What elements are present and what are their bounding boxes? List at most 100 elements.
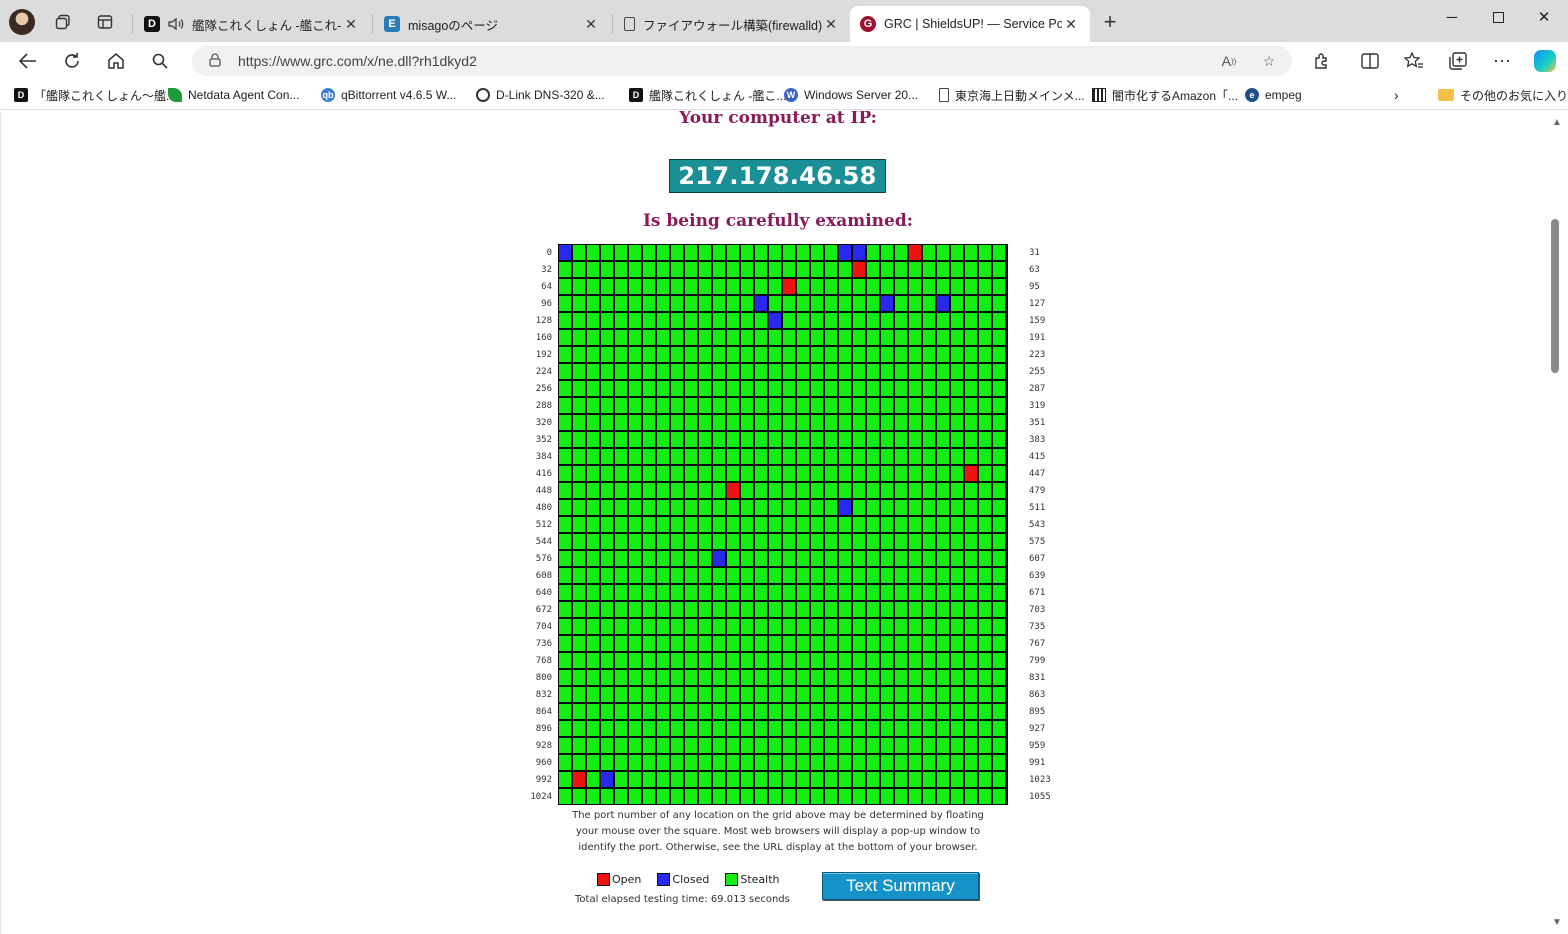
port-cell[interactable] <box>768 244 782 261</box>
port-cell[interactable] <box>670 516 684 533</box>
port-cell[interactable] <box>964 346 978 363</box>
port-cell[interactable] <box>600 346 614 363</box>
port-cell[interactable] <box>992 720 1006 737</box>
port-cell[interactable] <box>614 635 628 652</box>
port-cell[interactable] <box>796 431 810 448</box>
port-cell[interactable] <box>782 652 796 669</box>
port-cell[interactable] <box>782 295 796 312</box>
port-cell[interactable] <box>782 448 796 465</box>
port-cell[interactable] <box>684 244 698 261</box>
favorites-icon[interactable] <box>1400 47 1428 75</box>
port-cell[interactable] <box>642 397 656 414</box>
port-cell[interactable] <box>642 771 656 788</box>
port-cell[interactable] <box>628 737 642 754</box>
port-cell[interactable] <box>992 754 1006 771</box>
port-cell[interactable] <box>614 584 628 601</box>
port-cell[interactable] <box>600 686 614 703</box>
port-cell[interactable] <box>600 635 614 652</box>
port-cell[interactable] <box>642 669 656 686</box>
port-cell[interactable] <box>754 686 768 703</box>
new-tab-icon[interactable]: + <box>1096 8 1124 36</box>
port-cell[interactable] <box>712 346 726 363</box>
port-cell[interactable] <box>894 346 908 363</box>
port-cell[interactable] <box>558 652 572 669</box>
port-cell[interactable] <box>586 448 600 465</box>
port-cell[interactable] <box>950 244 964 261</box>
port-cell[interactable] <box>936 618 950 635</box>
port-cell[interactable] <box>978 448 992 465</box>
port-cell[interactable] <box>698 261 712 278</box>
port-cell[interactable] <box>936 312 950 329</box>
port-cell[interactable] <box>908 244 922 261</box>
address-bar[interactable]: https://www.grc.com/x/ne.dll?rh1dkyd2 A)… <box>192 46 1292 76</box>
port-cell[interactable] <box>684 686 698 703</box>
port-cell[interactable] <box>992 618 1006 635</box>
speaker-icon[interactable] <box>168 16 184 32</box>
port-cell[interactable] <box>782 584 796 601</box>
port-cell[interactable] <box>950 431 964 448</box>
port-cell[interactable] <box>572 380 586 397</box>
port-cell[interactable] <box>992 346 1006 363</box>
port-cell[interactable] <box>712 329 726 346</box>
port-cell[interactable] <box>726 601 740 618</box>
port-cell[interactable] <box>880 278 894 295</box>
port-cell[interactable] <box>992 363 1006 380</box>
port-cell[interactable] <box>726 720 740 737</box>
port-cell[interactable] <box>908 465 922 482</box>
port-cell[interactable] <box>838 397 852 414</box>
port-cell[interactable] <box>768 261 782 278</box>
port-cell[interactable] <box>978 567 992 584</box>
port-cell[interactable] <box>852 295 866 312</box>
port-cell[interactable] <box>586 414 600 431</box>
port-cell[interactable] <box>712 737 726 754</box>
port-cell[interactable] <box>782 550 796 567</box>
port-cell[interactable] <box>880 720 894 737</box>
port-cell[interactable] <box>992 431 1006 448</box>
port-cell[interactable] <box>978 516 992 533</box>
port-cell[interactable] <box>642 363 656 380</box>
port-cell[interactable] <box>782 737 796 754</box>
port-cell[interactable] <box>656 550 670 567</box>
port-cell[interactable] <box>922 720 936 737</box>
port-cell[interactable] <box>782 703 796 720</box>
port-cell[interactable] <box>852 788 866 805</box>
port-cell[interactable] <box>922 550 936 567</box>
port-cell[interactable] <box>642 448 656 465</box>
port-cell[interactable] <box>768 737 782 754</box>
port-cell[interactable] <box>866 720 880 737</box>
port-cell[interactable] <box>782 363 796 380</box>
port-cell[interactable] <box>614 754 628 771</box>
scroll-up-icon[interactable]: ▲ <box>1552 117 1562 128</box>
scroll-thumb[interactable] <box>1551 219 1559 373</box>
port-cell[interactable] <box>656 380 670 397</box>
port-cell[interactable] <box>866 380 880 397</box>
port-cell[interactable] <box>950 720 964 737</box>
port-cell[interactable] <box>656 482 670 499</box>
port-cell[interactable] <box>950 669 964 686</box>
port-cell[interactable] <box>698 363 712 380</box>
port-cell[interactable] <box>908 703 922 720</box>
port-cell[interactable] <box>768 652 782 669</box>
port-cell[interactable] <box>614 550 628 567</box>
port-cell[interactable] <box>880 635 894 652</box>
bookmark-item[interactable]: 東京海上日動メインメ... <box>939 86 1085 104</box>
port-cell[interactable] <box>838 244 852 261</box>
port-cell[interactable] <box>810 448 824 465</box>
port-cell[interactable] <box>936 295 950 312</box>
bookmark-item[interactable]: e empeg <box>1245 86 1302 104</box>
port-cell[interactable] <box>558 754 572 771</box>
port-cell[interactable] <box>600 465 614 482</box>
port-cell[interactable] <box>628 499 642 516</box>
port-cell[interactable] <box>642 482 656 499</box>
port-cell[interactable] <box>936 720 950 737</box>
port-cell[interactable] <box>950 737 964 754</box>
port-cell[interactable] <box>726 499 740 516</box>
port-cell[interactable] <box>810 261 824 278</box>
port-cell[interactable] <box>852 499 866 516</box>
port-cell[interactable] <box>936 499 950 516</box>
port-cell[interactable] <box>698 788 712 805</box>
maximize-icon[interactable] <box>1478 4 1518 30</box>
port-cell[interactable] <box>936 278 950 295</box>
port-cell[interactable] <box>684 516 698 533</box>
port-cell[interactable] <box>572 737 586 754</box>
